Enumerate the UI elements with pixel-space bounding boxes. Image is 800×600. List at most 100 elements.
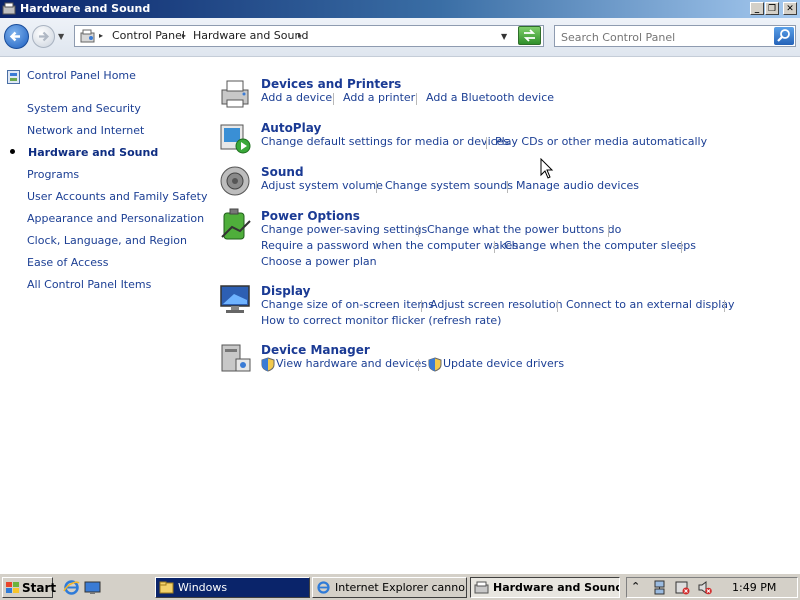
control-panel-app-icon — [2, 2, 16, 15]
link-update-device-drivers[interactable]: Update device drivers — [443, 357, 564, 370]
recent-pages-dropdown[interactable]: ▼ — [58, 32, 64, 41]
minimize-button[interactable]: _ — [750, 2, 764, 15]
breadcrumb-chevron[interactable]: ▸ — [298, 31, 302, 40]
link-separator — [376, 181, 377, 193]
monitor-icon — [220, 285, 250, 313]
link-separator — [494, 241, 495, 253]
back-arrow-icon — [9, 31, 20, 42]
window-title: Hardware and Sound — [20, 2, 151, 15]
sidebar-control-panel-home[interactable]: Control Panel Home — [27, 69, 136, 82]
search-box[interactable] — [554, 25, 796, 47]
link-play-cds-automatically[interactable]: Play CDs or other media automatically — [495, 135, 707, 148]
speaker-icon — [220, 166, 250, 196]
link-change-power-saving-settings[interactable]: Change power-saving settings — [261, 223, 427, 236]
forward-button[interactable] — [32, 25, 55, 48]
link-change-size-of-items[interactable]: Change size of on-screen items — [261, 298, 434, 311]
category-device-manager[interactable]: Device Manager — [261, 343, 370, 357]
network-icon[interactable] — [652, 580, 667, 595]
start-button[interactable]: Start — [2, 577, 57, 598]
link-add-a-printer[interactable]: Add a printer — [343, 91, 415, 104]
category-display[interactable]: Display — [261, 284, 310, 298]
uac-shield-icon — [428, 357, 442, 372]
taskbar-button-label: Windows — [178, 581, 228, 594]
search-input[interactable] — [559, 28, 773, 46]
link-adjust-screen-resolution[interactable]: Adjust screen resolution — [430, 298, 563, 311]
address-bar[interactable]: ▸ Control Panel ▸ Hardware and Sound ▸ ▼ — [74, 25, 544, 47]
sidebar-item-network-and-internet[interactable]: Network and Internet — [27, 124, 144, 137]
title-bar: Hardware and Sound _ ❐ ✕ — [0, 0, 800, 18]
link-separator — [418, 225, 419, 237]
internet-explorer-icon — [317, 581, 330, 594]
sidebar-item-programs[interactable]: Programs — [27, 168, 79, 181]
link-manage-audio-devices[interactable]: Manage audio devices — [516, 179, 639, 192]
address-dropdown-icon[interactable]: ▼ — [501, 32, 507, 41]
breadcrumb-chevron[interactable]: ▸ — [182, 31, 186, 40]
breadcrumb-control-panel[interactable]: Control Panel — [112, 29, 185, 42]
search-icon — [777, 29, 790, 42]
link-separator — [507, 181, 508, 193]
taskbar-button-label: Internet Explorer canno... — [335, 581, 467, 594]
taskbar: Start Windows Internet Explorer canno...… — [0, 573, 800, 600]
link-change-power-buttons[interactable]: Change what the power buttons do — [427, 223, 621, 236]
link-separator — [681, 241, 682, 253]
control-panel-home-icon — [7, 70, 20, 84]
uac-shield-icon — [261, 357, 275, 372]
sidebar-item-all-control-panel-items[interactable]: All Control Panel Items — [27, 278, 151, 291]
mouse-cursor-icon — [540, 158, 554, 179]
category-sound[interactable]: Sound — [261, 165, 304, 179]
link-require-password-on-wake[interactable]: Require a password when the computer wak… — [261, 239, 518, 252]
link-add-a-device[interactable]: Add a device — [261, 91, 332, 104]
sidebar-item-appearance[interactable]: Appearance and Personalization — [27, 212, 204, 225]
windows-explorer-icon — [159, 581, 174, 594]
taskbar-button-windows[interactable]: Windows — [155, 577, 310, 598]
sidebar-item-system-and-security[interactable]: System and Security — [27, 102, 141, 115]
show-desktop-icon[interactable] — [84, 579, 101, 596]
category-devices-and-printers[interactable]: Devices and Printers — [261, 77, 401, 91]
link-choose-power-plan[interactable]: Choose a power plan — [261, 255, 377, 268]
sidebar-item-user-accounts[interactable]: User Accounts and Family Safety — [27, 190, 207, 203]
link-connect-external-display[interactable]: Connect to an external display — [566, 298, 735, 311]
category-power-options[interactable]: Power Options — [261, 209, 360, 223]
close-button[interactable]: ✕ — [783, 2, 797, 15]
internet-explorer-icon[interactable] — [63, 579, 80, 596]
link-separator — [557, 300, 558, 312]
back-button[interactable] — [4, 24, 29, 49]
link-add-bluetooth-device[interactable]: Add a Bluetooth device — [426, 91, 554, 104]
sidebar-item-ease-of-access[interactable]: Ease of Access — [27, 256, 108, 269]
link-correct-monitor-flicker[interactable]: How to correct monitor flicker (refresh … — [261, 314, 501, 327]
category-autoplay[interactable]: AutoPlay — [261, 121, 321, 135]
link-separator — [486, 137, 487, 149]
action-center-alert-icon[interactable] — [675, 580, 690, 595]
volume-muted-icon[interactable] — [697, 580, 712, 595]
link-adjust-system-volume[interactable]: Adjust system volume — [261, 179, 383, 192]
forward-arrow-icon — [39, 31, 50, 42]
link-change-sleep-time[interactable]: Change when the computer sleeps — [504, 239, 696, 252]
device-manager-icon — [221, 344, 251, 372]
taskbar-button-label: Hardware and Sound — [493, 581, 620, 594]
refresh-icon — [523, 29, 536, 42]
current-item-bullet — [10, 149, 15, 154]
taskbar-button-hardware-and-sound[interactable]: Hardware and Sound — [470, 577, 620, 598]
link-separator — [608, 225, 609, 237]
link-separator — [421, 300, 422, 312]
breadcrumb-hardware-and-sound[interactable]: Hardware and Sound — [193, 29, 308, 42]
link-separator — [724, 300, 725, 312]
link-separator — [418, 359, 419, 371]
sidebar-item-clock-language-region[interactable]: Clock, Language, and Region — [27, 234, 187, 247]
link-view-hardware-and-devices[interactable]: View hardware and devices — [276, 357, 427, 370]
search-button[interactable] — [774, 27, 794, 45]
taskbar-button-internet-explorer[interactable]: Internet Explorer canno... — [312, 577, 467, 598]
restore-button[interactable]: ❐ — [765, 2, 779, 15]
sidebar-item-hardware-and-sound[interactable]: Hardware and Sound — [28, 146, 158, 159]
clock[interactable]: 1:49 PM — [732, 581, 776, 594]
devices-printers-icon — [221, 80, 249, 108]
refresh-button[interactable] — [518, 26, 541, 45]
show-hidden-icons-icon[interactable]: ⌃ — [631, 580, 646, 595]
system-tray: ⌃ 1:49 PM — [626, 577, 798, 598]
link-separator — [333, 93, 334, 105]
breadcrumb-chevron[interactable]: ▸ — [99, 31, 103, 40]
link-change-default-media-settings[interactable]: Change default settings for media or dev… — [261, 135, 509, 148]
control-panel-icon — [80, 29, 95, 43]
link-change-system-sounds[interactable]: Change system sounds — [385, 179, 513, 192]
start-label: Start — [22, 581, 57, 595]
